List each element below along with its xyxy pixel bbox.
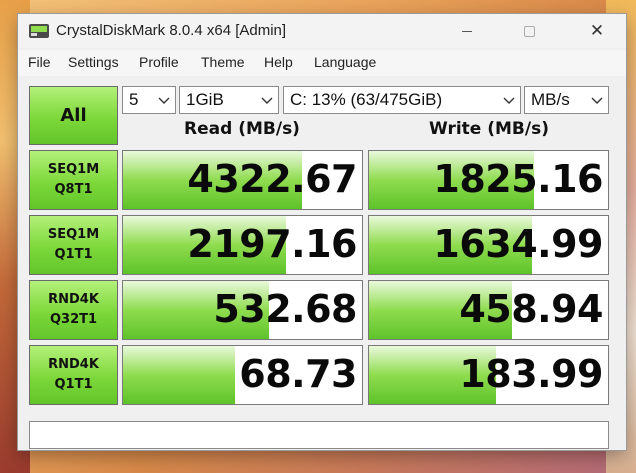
write-result-cell: 183.99 <box>368 345 609 405</box>
read-progress-bar <box>123 346 236 404</box>
test-params: Q32T1 <box>49 312 98 327</box>
test-button-rnd4k-q32t1[interactable]: RND4K Q32T1 <box>29 280 118 340</box>
test-count-value: 5 <box>129 90 139 109</box>
test-button-seq1m-q8t1[interactable]: SEQ1M Q8T1 <box>29 150 118 210</box>
chevron-down-icon <box>591 97 603 104</box>
write-result-cell: 1825.16 <box>368 150 609 210</box>
unit-value: MB/s <box>531 90 570 109</box>
maximize-icon <box>523 25 535 37</box>
write-value: 183.99 <box>459 352 603 396</box>
write-header: Write (MB/s) <box>429 119 549 139</box>
close-button[interactable]: ✕ <box>574 14 620 48</box>
menu-bar: File Settings Profile Theme Help Languag… <box>18 50 626 76</box>
test-count-select[interactable]: 5 <box>122 86 176 114</box>
test-button-seq1m-q1t1[interactable]: SEQ1M Q1T1 <box>29 215 118 275</box>
read-result-cell: 68.73 <box>122 345 363 405</box>
test-size-value: 1GiB <box>186 90 224 109</box>
read-result-cell: 4322.67 <box>122 150 363 210</box>
window-title: CrystalDiskMark 8.0.4 x64 [Admin] <box>56 22 287 39</box>
unit-select[interactable]: MB/s <box>524 86 609 114</box>
read-value: 2197.16 <box>187 222 357 266</box>
minimize-icon <box>462 30 472 32</box>
test-name: SEQ1M <box>47 162 100 177</box>
read-value: 68.73 <box>239 352 357 396</box>
menu-help[interactable]: Help <box>264 54 293 70</box>
read-result-cell: 2197.16 <box>122 215 363 275</box>
menu-language[interactable]: Language <box>314 54 376 70</box>
read-header: Read (MB/s) <box>184 119 300 139</box>
write-result-cell: 1634.99 <box>368 215 609 275</box>
chevron-down-icon <box>503 97 515 104</box>
menu-file[interactable]: File <box>28 54 51 70</box>
chevron-down-icon <box>261 97 273 104</box>
write-value: 1825.16 <box>433 157 603 201</box>
write-value: 458.94 <box>459 287 603 331</box>
test-params: Q8T1 <box>54 182 93 197</box>
minimize-button[interactable] <box>444 14 490 48</box>
test-name: RND4K <box>48 292 99 307</box>
read-value: 532.68 <box>213 287 357 331</box>
read-result-cell: 532.68 <box>122 280 363 340</box>
read-value: 4322.67 <box>187 157 357 201</box>
test-button-rnd4k-q1t1[interactable]: RND4K Q1T1 <box>29 345 118 405</box>
test-size-select[interactable]: 1GiB <box>179 86 279 114</box>
menu-theme[interactable]: Theme <box>201 54 245 70</box>
drive-select[interactable]: C: 13% (63/475GiB) <box>283 86 521 114</box>
drive-value: C: 13% (63/475GiB) <box>290 90 443 109</box>
comment-field[interactable] <box>29 421 609 449</box>
all-tests-button[interactable]: All <box>29 86 118 145</box>
write-result-cell: 458.94 <box>368 280 609 340</box>
write-value: 1634.99 <box>433 222 603 266</box>
menu-profile[interactable]: Profile <box>139 54 179 70</box>
test-params: Q1T1 <box>54 247 93 262</box>
title-bar[interactable]: CrystalDiskMark 8.0.4 x64 [Admin] ✕ <box>18 14 626 48</box>
test-params: Q1T1 <box>54 377 93 392</box>
disk-icon <box>29 24 49 38</box>
test-name: RND4K <box>48 357 99 372</box>
menu-settings[interactable]: Settings <box>68 54 119 70</box>
app-window: CrystalDiskMark 8.0.4 x64 [Admin] ✕ File… <box>18 14 626 450</box>
maximize-button[interactable] <box>506 14 552 48</box>
test-name: SEQ1M <box>47 227 100 242</box>
close-icon: ✕ <box>589 20 605 41</box>
chevron-down-icon <box>158 97 170 104</box>
main-panel: All 5 1GiB C: 13% (63/475GiB) MB/s Read … <box>18 76 626 450</box>
